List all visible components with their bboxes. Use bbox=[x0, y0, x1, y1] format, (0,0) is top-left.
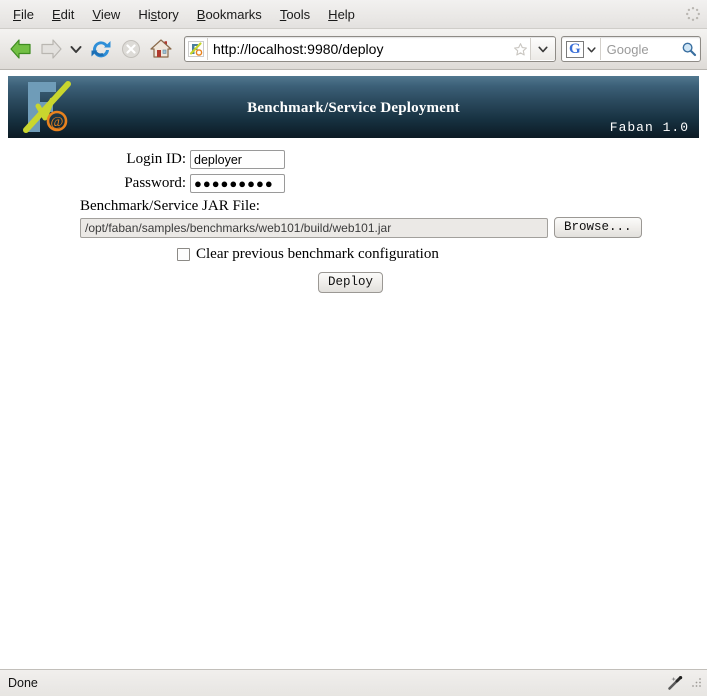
bookmark-star-icon[interactable] bbox=[510, 42, 530, 57]
password-input[interactable]: ●●●●●●●●● bbox=[190, 174, 285, 193]
page-title: Benchmark/Service Deployment bbox=[247, 100, 460, 116]
url-dropdown-button[interactable] bbox=[530, 38, 555, 60]
forward-arrow-icon bbox=[41, 39, 62, 59]
status-text: Done bbox=[8, 676, 38, 690]
google-logo-icon: G bbox=[566, 40, 584, 58]
navigation-toolbar: http://localhost:9980/deploy G Google bbox=[0, 29, 707, 70]
clear-config-label: Clear previous benchmark configuration bbox=[196, 246, 439, 262]
menu-item-tools[interactable]: Tools bbox=[271, 4, 319, 25]
stop-icon bbox=[122, 40, 140, 58]
login-id-label: Login ID: bbox=[126, 151, 186, 167]
status-bar: Done bbox=[0, 669, 707, 696]
home-icon bbox=[150, 39, 172, 58]
home-button[interactable] bbox=[146, 34, 176, 64]
back-button[interactable] bbox=[6, 34, 36, 64]
reload-icon bbox=[91, 41, 111, 58]
jar-file-label: Benchmark/Service JAR File: bbox=[80, 198, 260, 214]
search-bar[interactable]: G Google bbox=[561, 36, 701, 62]
browser-window: File Edit View History Bookmarks Tools H… bbox=[0, 0, 707, 696]
chevron-down-icon bbox=[70, 46, 82, 53]
search-engine-selector[interactable]: G bbox=[562, 38, 601, 60]
page-banner: @ Benchmark/Service Deployment Faban 1.0 bbox=[8, 76, 699, 138]
back-arrow-icon bbox=[10, 39, 31, 59]
chevron-down-icon bbox=[538, 46, 548, 53]
search-icon[interactable] bbox=[678, 41, 700, 57]
deploy-button[interactable]: Deploy bbox=[317, 272, 383, 293]
deploy-row: Deploy bbox=[0, 272, 707, 293]
clear-config-checkbox[interactable] bbox=[177, 248, 190, 261]
page-content: @ Benchmark/Service Deployment Faban 1.0… bbox=[0, 70, 707, 669]
password-row: Password: ●●●●●●●●● bbox=[0, 174, 707, 193]
url-bar[interactable]: http://localhost:9980/deploy bbox=[184, 36, 556, 62]
url-text[interactable]: http://localhost:9980/deploy bbox=[208, 41, 510, 57]
menu-item-bookmarks[interactable]: Bookmarks bbox=[188, 4, 271, 25]
reload-button[interactable] bbox=[86, 34, 116, 64]
svg-text:@: @ bbox=[51, 115, 64, 130]
browse-button[interactable]: Browse... bbox=[554, 217, 642, 238]
forward-button bbox=[36, 34, 66, 64]
menu-item-help[interactable]: Help bbox=[319, 4, 364, 25]
menu-item-file[interactable]: File bbox=[4, 4, 43, 25]
stop-button bbox=[116, 34, 146, 64]
app-version-label: Faban 1.0 bbox=[609, 120, 689, 135]
menu-item-edit[interactable]: Edit bbox=[43, 4, 83, 25]
login-row: Login ID: deployer bbox=[0, 150, 707, 169]
jar-file-row: /opt/faban/samples/benchmarks/web101/bui… bbox=[80, 217, 707, 238]
deployment-form: Login ID: deployer Password: ●●●●●●●●● B… bbox=[0, 138, 707, 293]
menu-bar: File Edit View History Bookmarks Tools H… bbox=[0, 0, 707, 29]
password-label: Password: bbox=[124, 175, 186, 191]
wand-icon[interactable] bbox=[665, 673, 685, 693]
search-input[interactable]: Google bbox=[601, 42, 678, 57]
clear-config-row: Clear previous benchmark configuration bbox=[177, 246, 707, 263]
throbber-icon bbox=[686, 7, 700, 21]
jar-file-input[interactable]: /opt/faban/samples/benchmarks/web101/bui… bbox=[80, 217, 548, 238]
menu-item-view[interactable]: View bbox=[83, 4, 129, 25]
history-dropdown-button[interactable] bbox=[66, 34, 86, 64]
resize-grip[interactable] bbox=[689, 676, 703, 690]
login-id-input[interactable]: deployer bbox=[190, 150, 285, 169]
menu-item-history[interactable]: History bbox=[129, 4, 187, 25]
chevron-down-icon bbox=[587, 46, 596, 52]
site-favicon-icon bbox=[185, 38, 208, 60]
